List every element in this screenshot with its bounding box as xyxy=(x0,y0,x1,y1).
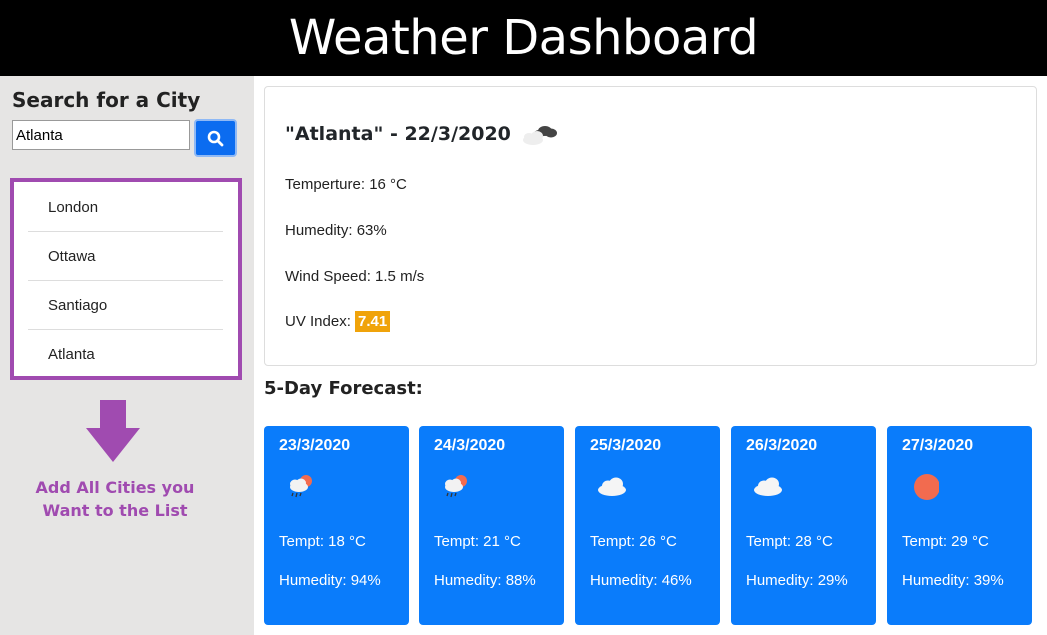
cloud-icon xyxy=(598,477,626,496)
rain-cloud-sun-icon xyxy=(445,475,467,498)
uv-label: UV Index: xyxy=(285,313,351,330)
forecast-card: 26/3/2020 Tempt: 28 °C Humedity: 29% xyxy=(731,426,876,625)
forecast-date: 23/3/2020 xyxy=(279,437,351,454)
city-history-list: London Ottawa Santiago Atlanta xyxy=(10,178,242,380)
forecast-card: 27/3/2020 Tempt: 29 °C Humedity: 39% xyxy=(887,426,1032,625)
sidebar: Search for a City London Ottawa Santiago… xyxy=(0,76,254,635)
forecast-date: 25/3/2020 xyxy=(590,437,662,454)
current-wind-speed: Wind Speed: 1.5 m/s xyxy=(285,268,425,285)
forecast-humidity: Humedity: 46% xyxy=(590,572,692,589)
search-button[interactable] xyxy=(194,119,237,157)
forecast-temp: Tempt: 21 °C xyxy=(434,533,521,550)
forecast-humidity: Humedity: 88% xyxy=(434,572,536,589)
city-item-label: Atlanta xyxy=(48,346,95,363)
city-item-atlanta[interactable]: Atlanta xyxy=(28,330,223,379)
city-item-label: Santiago xyxy=(48,296,108,314)
current-uv: UV Index: 7.41 xyxy=(285,311,391,332)
uv-badge: 7.41 xyxy=(355,311,391,332)
forecast-temp: Tempt: 26 °C xyxy=(590,533,677,550)
forecast-date: 24/3/2020 xyxy=(434,437,506,454)
search-heading: Search for a City xyxy=(12,88,201,112)
current-temperature: Temperture: 16 °C xyxy=(285,176,407,193)
forecast-card: 24/3/2020 Tempt: 21 °C Humedity: 88% xyxy=(419,426,564,625)
city-item-london[interactable]: London xyxy=(28,183,223,232)
city-item-santiago[interactable]: Santiago xyxy=(28,281,223,330)
forecast-temp: Tempt: 28 °C xyxy=(746,533,833,550)
forecast-card: 25/3/2020 Tempt: 26 °C Humedity: 46% xyxy=(575,426,720,625)
add-cities-hint: Add All Cities you Want to the List xyxy=(35,478,195,520)
forecast-temp: Tempt: 18 °C xyxy=(279,533,366,550)
forecast-card: 23/3/2020 Tempt: 18 °C Humedity: 94% xyxy=(264,426,409,625)
broken-clouds-icon xyxy=(522,126,557,145)
current-city-title: "Atlanta" - 22/3/2020 xyxy=(285,123,511,145)
forecast-date: 27/3/2020 xyxy=(902,437,974,454)
search-icon xyxy=(207,130,224,146)
forecast-humidity: Humedity: 29% xyxy=(746,572,848,589)
forecast-humidity: Humedity: 94% xyxy=(279,572,381,589)
forecast-heading: 5-Day Forecast: xyxy=(264,378,423,399)
arrow-down-icon xyxy=(86,400,140,462)
city-item-ottawa[interactable]: Ottawa xyxy=(28,232,223,281)
city-item-label: Ottawa xyxy=(48,247,96,265)
rain-cloud-sun-icon xyxy=(290,475,312,498)
city-search-input[interactable] xyxy=(12,120,190,150)
forecast-humidity: Humedity: 39% xyxy=(902,572,1004,589)
app-header: Weather Dashboard xyxy=(0,0,1047,76)
forecast-date: 26/3/2020 xyxy=(746,437,818,454)
forecast-temp: Tempt: 29 °C xyxy=(902,533,989,550)
current-weather-card: "Atlanta" - 22/3/2020 Temperture: 16 °C … xyxy=(264,86,1037,366)
sun-icon xyxy=(914,474,939,500)
page-title: Weather Dashboard xyxy=(288,10,759,66)
cloud-icon xyxy=(754,477,782,496)
city-item-label: London xyxy=(48,198,99,216)
current-humidity: Humedity: 63% xyxy=(285,222,387,239)
